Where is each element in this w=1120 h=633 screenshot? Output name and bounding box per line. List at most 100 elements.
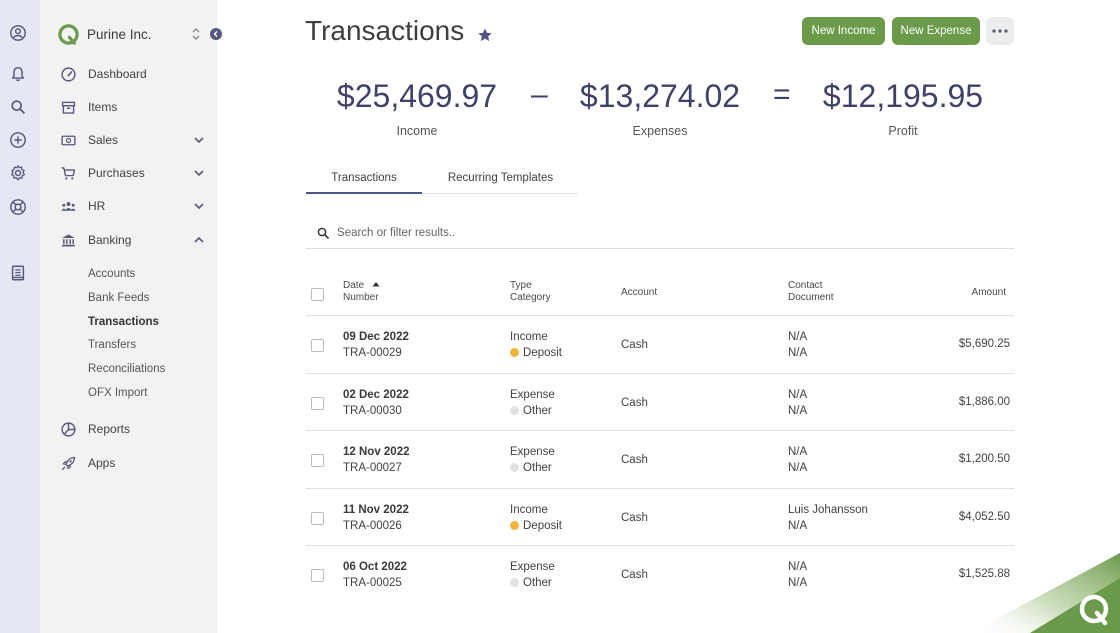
company-logo-icon (58, 23, 79, 45)
sub-item-transactions[interactable]: Transactions (88, 316, 159, 328)
row-checkbox[interactable] (311, 511, 324, 525)
row-category-label: Other (523, 462, 552, 475)
sub-item-ofx-import[interactable]: OFX Import (88, 387, 147, 399)
sub-item-reconciliations[interactable]: Reconciliations (88, 363, 165, 375)
row-account: Cash (621, 511, 648, 524)
nav-item-banking[interactable]: Banking (60, 229, 205, 251)
transactions-table: Date Number Type Category Account Contac… (306, 270, 1014, 604)
company-name: Purine Inc. (87, 26, 152, 42)
header-contact: Contact (788, 280, 823, 291)
table-row[interactable]: 11 Nov 2022 TRA-00026 Income Deposit Cas… (306, 489, 1014, 547)
row-account: Cash (621, 396, 648, 409)
plus-circle-icon[interactable] (9, 131, 27, 149)
chevron-down-icon (194, 170, 204, 177)
header-date[interactable]: Date (343, 280, 380, 292)
icon-rail (0, 0, 40, 633)
nav-label-banking: Banking (88, 233, 132, 247)
other-dot-icon (510, 463, 519, 473)
bell-icon[interactable] (9, 65, 27, 83)
gear-icon[interactable] (9, 164, 27, 182)
row-amount: $4,052.50 (958, 510, 1010, 523)
select-all-checkbox[interactable] (311, 288, 324, 301)
header-category: Category (510, 292, 551, 303)
table-row[interactable]: 02 Dec 2022 TRA-00030 Expense Other Cash… (306, 374, 1014, 432)
nav-item-purchases[interactable]: Purchases (60, 162, 205, 184)
row-amount: $1,200.50 (958, 453, 1010, 466)
more-options-button[interactable] (986, 17, 1014, 45)
nav-label-reports: Reports (88, 422, 131, 436)
income-label: Income (396, 124, 438, 138)
collapse-sidebar-button[interactable] (210, 28, 222, 40)
row-date: 02 Dec 2022 (343, 388, 409, 401)
document-icon[interactable] (9, 264, 27, 282)
chevron-down-icon (194, 137, 204, 144)
table-header: Date Number Type Category Account Contac… (306, 270, 1014, 316)
row-contact: N/A (788, 331, 808, 343)
row-category-label: Deposit (523, 519, 562, 532)
dashboard-gauge-icon (60, 66, 77, 83)
nav-label-items: Items (88, 100, 118, 114)
row-account: Cash (621, 569, 648, 582)
sidebar: Purine Inc. Dashboard Items Sales Purcha… (40, 0, 222, 633)
new-income-button[interactable]: New Income (802, 17, 885, 45)
nav-label-hr: HR (88, 199, 106, 213)
page-title: Transactions (305, 15, 465, 46)
row-contact: N/A (788, 388, 808, 401)
row-amount: $5,690.25 (958, 338, 1010, 350)
row-checkbox[interactable] (311, 454, 324, 468)
row-type: Expense (510, 388, 555, 401)
sub-item-transfers[interactable]: Transfers (88, 339, 136, 351)
row-date: 06 Oct 2022 (343, 561, 407, 574)
nav-item-reports[interactable]: Reports (60, 418, 205, 440)
row-type: Income (510, 331, 548, 343)
sort-ascending-icon (372, 282, 380, 287)
row-category-label: Deposit (523, 347, 562, 359)
header-account: Account (621, 287, 658, 298)
table-row[interactable]: 06 Oct 2022 TRA-00025 Expense Other Cash… (306, 546, 1014, 604)
row-category: Deposit (510, 519, 562, 534)
new-expense-button[interactable]: New Expense (892, 17, 980, 45)
nav-item-hr[interactable]: HR (60, 195, 205, 217)
row-contact: N/A (788, 446, 808, 459)
row-checkbox[interactable] (311, 396, 324, 410)
table-row[interactable]: 09 Dec 2022 TRA-00029 Income Deposit Cas… (306, 316, 1014, 374)
brand-corner-logo-icon (970, 553, 1120, 633)
table-row[interactable]: 12 Nov 2022 TRA-00027 Expense Other Cash… (306, 431, 1014, 489)
nav-label-sales: Sales (88, 133, 119, 147)
row-number: TRA-00027 (343, 462, 402, 475)
chevron-down-icon (194, 203, 204, 210)
company-switcher[interactable]: Purine Inc. (58, 22, 226, 46)
row-checkbox[interactable] (311, 569, 324, 583)
search-input[interactable] (337, 224, 997, 242)
row-date: 09 Dec 2022 (343, 331, 409, 343)
row-account: Cash (621, 454, 648, 467)
search-icon[interactable] (9, 98, 27, 116)
nav-label-purchases: Purchases (88, 166, 145, 180)
header-amount: Amount (971, 287, 1006, 298)
star-icon[interactable] (477, 27, 493, 43)
nav-item-items[interactable]: Items (60, 96, 205, 118)
profile-icon[interactable] (9, 24, 27, 42)
nav-item-apps[interactable]: Apps (60, 452, 205, 474)
active-tab-indicator (306, 192, 422, 194)
sub-item-bank-feeds[interactable]: Bank Feeds (88, 292, 149, 304)
nav-item-dashboard[interactable]: Dashboard (60, 63, 205, 85)
nav-item-sales[interactable]: Sales (60, 129, 205, 151)
row-contact: Luis Johansson (788, 503, 868, 516)
row-account: Cash (621, 339, 648, 351)
chevron-up-down-icon[interactable] (190, 26, 202, 42)
row-checkbox[interactable] (311, 339, 324, 352)
header-date-label: Date (343, 280, 365, 291)
sub-item-accounts[interactable]: Accounts (88, 268, 135, 280)
row-number: TRA-00026 (343, 519, 402, 532)
row-number: TRA-00025 (343, 577, 402, 590)
expenses-total: $13,274.02 (579, 78, 741, 114)
deposit-dot-icon (510, 520, 519, 530)
row-category: Deposit (510, 346, 562, 361)
expenses-label: Expenses (632, 124, 688, 138)
tab-transactions[interactable]: Transactions (306, 172, 422, 194)
tab-recurring-templates[interactable]: Recurring Templates (430, 172, 571, 194)
row-document: N/A (788, 404, 808, 417)
shopping-cart-icon (60, 165, 77, 182)
help-lifebuoy-icon[interactable] (9, 198, 27, 216)
